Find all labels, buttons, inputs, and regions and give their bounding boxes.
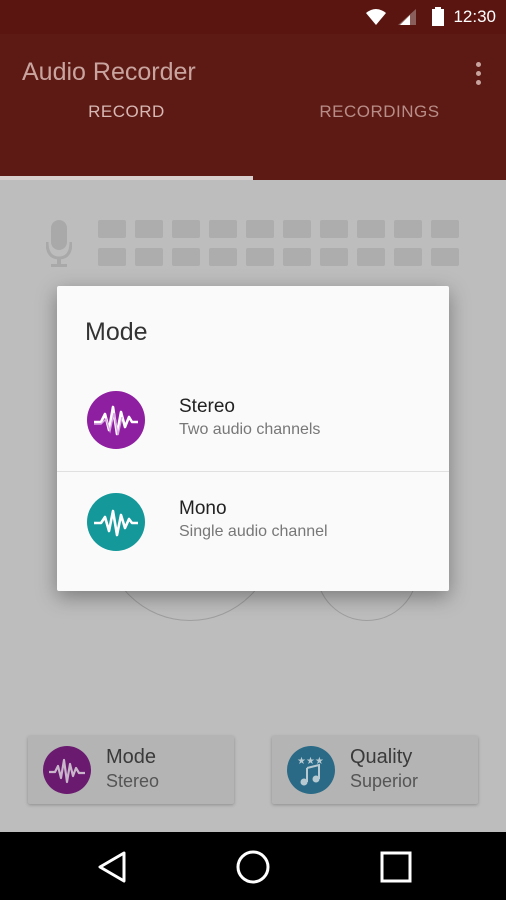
waveform-icon [87, 391, 145, 449]
quality-card-value: Superior [350, 771, 419, 791]
overflow-menu-icon[interactable] [474, 62, 482, 88]
quality-card-title: Quality [350, 746, 413, 768]
waveform-icon [87, 493, 145, 551]
option-mono-label: Mono [179, 498, 227, 519]
home-icon[interactable] [236, 850, 270, 884]
music-note-icon: ★★★ [287, 746, 335, 794]
option-stereo-description: Two audio channels [179, 421, 321, 438]
mode-card-value: Stereo [106, 771, 160, 791]
microphone-icon [46, 220, 72, 267]
tab-record[interactable]: RECORD [0, 92, 253, 146]
navigation-bar [0, 832, 506, 900]
recents-icon[interactable] [380, 850, 412, 884]
back-icon[interactable] [96, 850, 128, 884]
signal-icon [398, 9, 416, 25]
status-time: 12:30 [453, 7, 496, 26]
tab-recordings[interactable]: RECORDINGS [253, 92, 506, 146]
option-mono-description: Single audio channel [179, 523, 328, 540]
option-stereo[interactable]: Stereo Two audio channels [57, 370, 449, 470]
dialog-title: Mode [85, 318, 148, 346]
mode-dialog: Mode Stereo Two audio channels Mono Sing… [57, 286, 449, 591]
battery-icon [432, 7, 444, 26]
app-title: Audio Recorder [22, 58, 196, 86]
option-mono[interactable]: Mono Single audio channel [57, 472, 449, 572]
mode-card[interactable]: Mode Stereo [28, 736, 234, 804]
quality-card[interactable]: ★★★ Quality Superior [272, 736, 478, 804]
option-stereo-label: Stereo [179, 396, 235, 417]
mode-card-title: Mode [106, 746, 157, 768]
waveform-icon [43, 746, 91, 794]
wifi-icon [366, 9, 386, 25]
status-bar: 12:30 [0, 0, 506, 34]
